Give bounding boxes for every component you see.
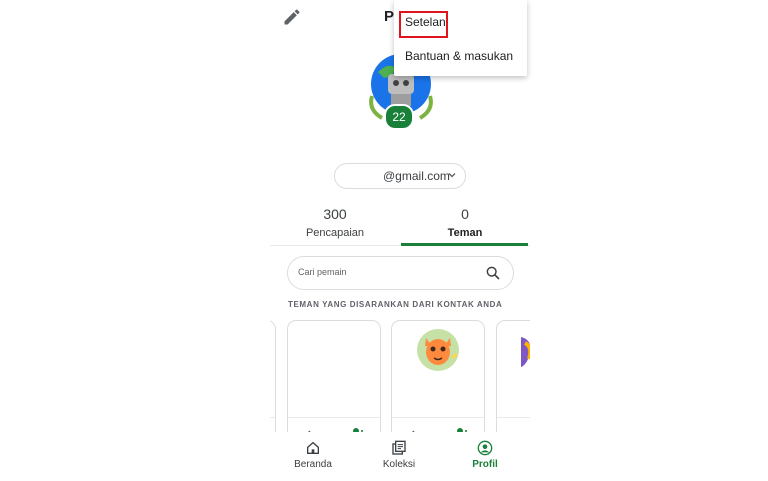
overflow-menu: Setelan Bantuan & masukan xyxy=(394,0,527,76)
nav-home-label: Beranda xyxy=(294,459,332,470)
pencil-icon[interactable] xyxy=(282,7,302,27)
card-divider xyxy=(288,417,380,418)
search-input[interactable]: Cari pemain xyxy=(287,256,514,290)
achievements-count: 300 xyxy=(323,206,347,222)
friends-label: Teman xyxy=(447,227,483,239)
player-avatar-icon xyxy=(521,337,530,367)
nav-collection-label: Koleksi xyxy=(382,459,416,470)
nav-profile-label: Profil xyxy=(472,459,498,470)
home-icon xyxy=(307,441,319,454)
bottom-navigation: Beranda Koleksi Profil xyxy=(270,432,530,481)
friends-count: 0 xyxy=(461,206,469,222)
nav-profile[interactable]: Profil xyxy=(445,440,525,470)
active-tab-indicator xyxy=(401,243,528,246)
achievements-label: Pencapaian xyxy=(305,227,365,239)
card-divider xyxy=(392,417,484,418)
library-icon xyxy=(392,440,406,455)
search-icon[interactable] xyxy=(485,265,501,281)
account-email: @gmail.com xyxy=(383,169,450,183)
card-divider xyxy=(270,417,275,418)
menu-item-settings[interactable]: Setelan xyxy=(394,6,527,38)
level-badge: 22 xyxy=(384,104,414,130)
account-circle-icon xyxy=(477,440,493,456)
tab-achievements[interactable]: 300 Pencapaian xyxy=(270,206,400,239)
dragon-avatar-icon xyxy=(417,329,459,371)
card-divider xyxy=(497,417,530,418)
tab-friends[interactable]: 0 Teman xyxy=(400,206,530,239)
search-placeholder: Cari pemain xyxy=(298,267,347,277)
chevron-down-icon xyxy=(448,173,456,178)
suggestions-heading: TEMAN YANG DISARANKAN DARI KONTAK ANDA xyxy=(288,300,503,309)
nav-home[interactable]: Beranda xyxy=(273,440,353,470)
account-selector[interactable]: @gmail.com xyxy=(334,163,466,189)
menu-item-help-feedback[interactable]: Bantuan & masukan xyxy=(394,40,527,70)
nav-collection[interactable]: Koleksi xyxy=(359,440,439,470)
highlight-box xyxy=(399,11,448,38)
menu-item-help-label: Bantuan & masukan xyxy=(405,49,514,63)
